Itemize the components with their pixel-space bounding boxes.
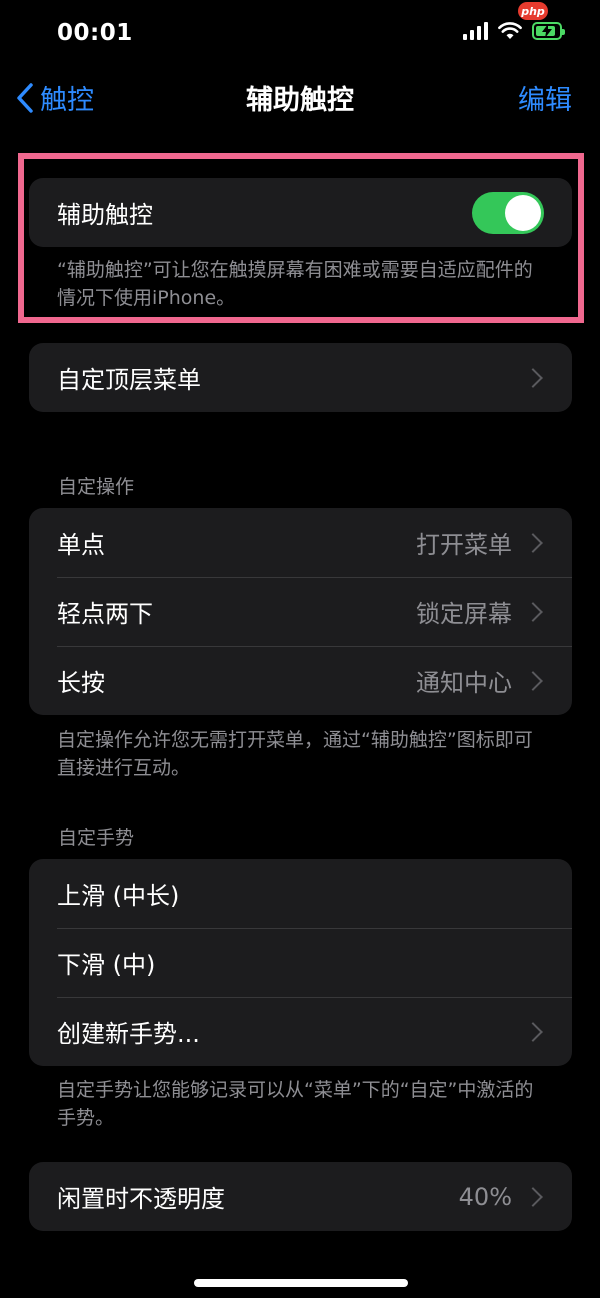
page-title: 辅助触控	[246, 85, 354, 116]
gesture-row[interactable]: 下滑 (中)	[29, 928, 572, 997]
top-menu-row[interactable]: 自定顶层菜单	[29, 343, 572, 412]
chevron-right-icon	[523, 1021, 543, 1042]
create-gesture-label: 创建新手势...	[57, 1020, 200, 1048]
action-label: 单点	[57, 531, 105, 559]
custom-gestures-header: 自定手势	[58, 827, 135, 849]
home-indicator[interactable]	[194, 1279, 408, 1287]
assistive-touch-label: 辅助触控	[57, 201, 153, 229]
wifi-icon	[498, 22, 522, 39]
action-row-double-tap[interactable]: 轻点两下 锁定屏幕	[29, 577, 572, 646]
assistive-touch-toggle[interactable]	[472, 191, 544, 234]
action-label: 长按	[57, 669, 105, 697]
php-watermark: php	[518, 2, 548, 20]
toggle-knob	[505, 194, 541, 231]
assistive-touch-row: 辅助触控	[29, 178, 572, 247]
battery-charging-icon	[532, 22, 565, 40]
action-value: 锁定屏幕	[416, 600, 512, 628]
top-menu-label: 自定顶层菜单	[57, 366, 201, 394]
custom-actions-footnote: 自定操作允许您无需打开菜单，通过“辅助触控”图标即可直接进行互动。	[57, 729, 533, 779]
screen: 00:01 php 触控 辅助触控 编辑 辅助触控 “辅助触控”可让您在触摸屏幕…	[0, 0, 600, 1298]
action-value: 打开菜单	[416, 531, 512, 559]
custom-actions-header: 自定操作	[58, 476, 135, 498]
assistive-touch-description: “辅助触控”可让您在触摸屏幕有困难或需要自适应配件的情况下使用iPhone。	[57, 259, 533, 309]
gesture-row[interactable]: 上滑 (中长)	[29, 859, 572, 928]
action-label: 轻点两下	[57, 600, 153, 628]
top-menu-card: 自定顶层菜单	[29, 343, 572, 412]
idle-opacity-row[interactable]: 闲置时不透明度 40%	[29, 1162, 572, 1231]
action-value: 通知中心	[416, 669, 512, 697]
chevron-right-icon	[523, 367, 543, 388]
cellular-signal-icon	[463, 22, 488, 40]
chevron-right-icon	[523, 670, 543, 691]
action-row-long-press[interactable]: 长按 通知中心	[29, 646, 572, 715]
chevron-right-icon	[523, 532, 543, 553]
bolt-icon	[542, 24, 552, 38]
gesture-label: 下滑 (中)	[57, 951, 156, 979]
custom-gestures-footnote: 自定手势让您能够记录可以从“菜单”下的“自定”中激活的手势。	[57, 1079, 534, 1129]
idle-opacity-card: 闲置时不透明度 40%	[29, 1162, 572, 1231]
status-time: 00:01	[57, 20, 133, 46]
idle-opacity-label: 闲置时不透明度	[57, 1185, 225, 1213]
assistive-touch-card: 辅助触控	[29, 178, 572, 247]
edit-button[interactable]: 编辑	[518, 78, 572, 117]
idle-opacity-value: 40%	[458, 1182, 512, 1211]
chevron-right-icon	[523, 1186, 543, 1207]
create-gesture-row[interactable]: 创建新手势...	[29, 997, 572, 1066]
gesture-label: 上滑 (中长)	[57, 882, 180, 910]
custom-gestures-card: 上滑 (中长) 下滑 (中) 创建新手势...	[29, 859, 572, 1066]
custom-actions-card: 单点 打开菜单 轻点两下 锁定屏幕 长按 通知中心	[29, 508, 572, 715]
action-row-single-tap[interactable]: 单点 打开菜单	[29, 508, 572, 577]
status-icons	[463, 22, 565, 40]
chevron-right-icon	[523, 601, 543, 622]
